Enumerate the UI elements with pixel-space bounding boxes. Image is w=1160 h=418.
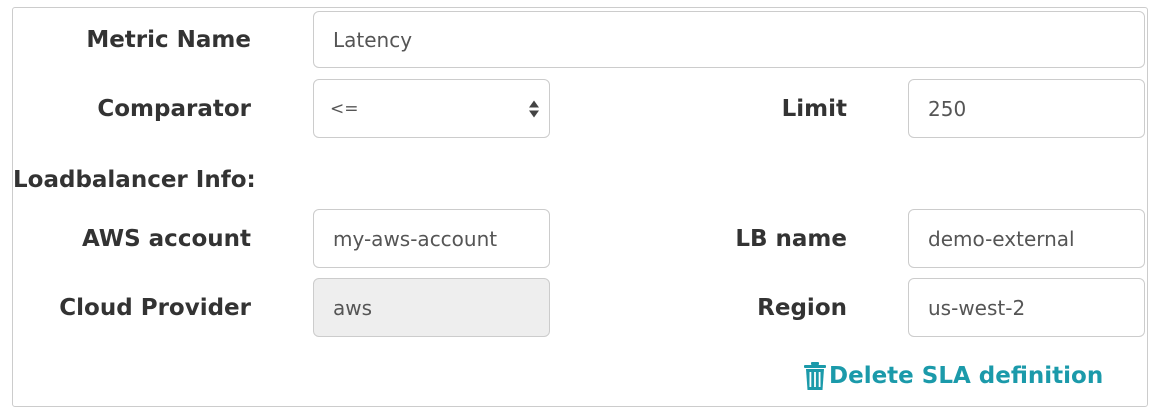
delete-sla-definition-label: Delete SLA definition: [829, 363, 1104, 389]
metric-name-input[interactable]: Latency: [313, 11, 1145, 68]
region-value: us-west-2: [928, 295, 1026, 320]
region-label: Region: [757, 295, 847, 321]
lb-name-label: LB name: [735, 226, 847, 252]
comparator-value: <=: [330, 98, 359, 119]
metric-name-label: Metric Name: [86, 27, 251, 53]
trash-icon: [804, 362, 826, 390]
delete-sla-definition-link[interactable]: Delete SLA definition: [802, 361, 1103, 391]
aws-account-label: AWS account: [81, 226, 251, 252]
cloud-provider-label: Cloud Provider: [59, 295, 251, 321]
aws-account-input[interactable]: my-aws-account: [313, 209, 550, 268]
cloud-provider-value: aws: [333, 295, 373, 320]
metric-name-value: Latency: [333, 27, 413, 52]
select-arrows-icon: [529, 100, 539, 117]
comparator-select[interactable]: <=: [313, 79, 550, 138]
limit-value: 250: [928, 96, 967, 121]
region-input[interactable]: us-west-2: [908, 278, 1145, 337]
limit-label: Limit: [781, 96, 847, 122]
cloud-provider-input: aws: [313, 278, 550, 337]
lb-name-input[interactable]: demo-external: [908, 209, 1145, 268]
lb-name-value: demo-external: [928, 226, 1075, 251]
limit-input[interactable]: 250: [908, 79, 1145, 138]
comparator-label: Comparator: [97, 96, 251, 122]
loadbalancer-info-heading: Loadbalancer Info:: [13, 167, 256, 193]
aws-account-value: my-aws-account: [333, 226, 498, 251]
